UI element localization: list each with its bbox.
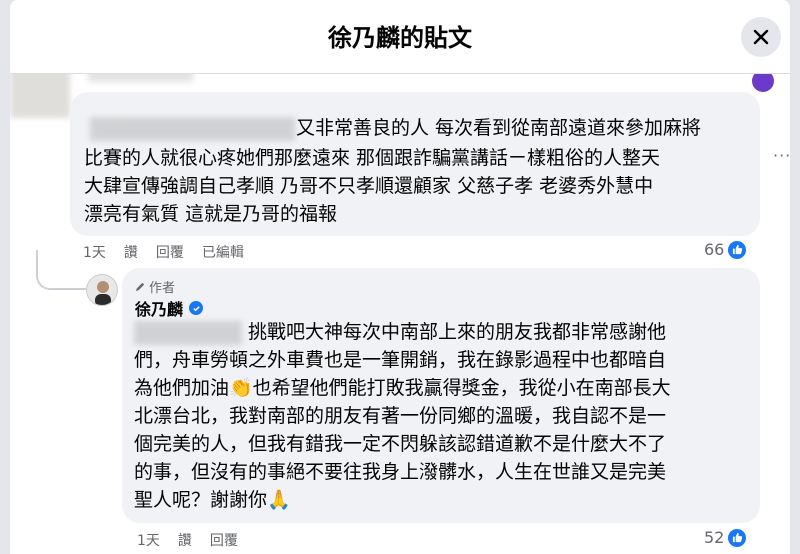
comment-line: 大肆宣傳強調自己孝順 乃哥不只孝順還顧家 父慈子孝 老婆秀外慧中 — [84, 175, 654, 197]
reply-line: 聖人呢？謝謝你🙏 — [134, 489, 291, 511]
reply-line: 的事，但沒有的事絕不要往我身上潑髒水，人生在世誰又是完美 — [134, 461, 667, 483]
comment-line: 比賽的人就很心疼她們那麼遠來 那個跟詐騙黨講話ㄧ樣粗俗的人整天 — [84, 147, 661, 169]
reply-line: 們，舟車勞頓之外車費也是一筆開銷，我在錄影過程中也都暗自 — [134, 349, 667, 371]
reply-line: 北漂台北，我對南部的朋友有著一份同鄉的溫暖，我自認不是一 — [134, 405, 667, 427]
dialog-header: 徐乃麟的貼文 — [10, 0, 790, 74]
edited-label: 已編輯 — [201, 245, 244, 261]
author-name-text: 徐乃麟 — [135, 300, 184, 319]
reply-time[interactable]: 1天 — [137, 530, 160, 550]
dialog-title: 徐乃麟的貼文 — [328, 24, 472, 52]
reply-like-count-badge[interactable]: 52 — [704, 528, 747, 547]
blurred-mention — [134, 321, 242, 345]
reply-like-link[interactable]: 讚 — [178, 530, 192, 550]
author-tag-label: 作者 — [149, 281, 176, 296]
blurred-comment-start — [90, 117, 295, 141]
close-icon — [753, 29, 769, 45]
comment-line: 又非常善良的人 每次看到從南部遠道來參加麻將 — [296, 117, 702, 139]
reply-line: 為他們加油👏也希望他們能打敗我贏得獎金，我從小在南部長大 — [134, 377, 671, 399]
like-count-badge[interactable]: 66 — [704, 240, 747, 259]
reply-line: 個完美的人，但我有錯我一定不閃躲該認錯道歉不是什麼大不了 — [134, 433, 667, 455]
author-name[interactable]: 徐乃麟 — [135, 296, 204, 320]
reply-link[interactable]: 回覆 — [156, 242, 184, 262]
comment-line: 漂亮有氣質 這就是乃哥的福報 — [84, 203, 338, 225]
like-link[interactable]: 讚 — [124, 242, 138, 262]
close-button[interactable] — [741, 17, 781, 57]
post-dialog: 徐乃麟的貼文 又非常善良的人 每次看到從南部遠道來參加麻將 比賽的人就很心疼她們… — [10, 0, 790, 554]
more-options-icon[interactable]: ··· — [773, 146, 790, 165]
reply-line: 挑戰吧大神每次中南部上來的朋友我都非常感謝他 — [248, 321, 667, 343]
author-tag: 作者 — [135, 277, 175, 296]
comment-actions: 1天 讚 回覆 已編輯 — [83, 242, 262, 262]
thumbs-up-icon — [728, 528, 747, 547]
reply-reply-link[interactable]: 回覆 — [210, 530, 238, 550]
verified-badge-icon — [189, 301, 204, 315]
pencil-icon — [135, 282, 145, 292]
like-count: 66 — [704, 240, 725, 259]
thumbs-up-icon — [728, 240, 747, 259]
reply-like-count: 52 — [704, 528, 725, 547]
reply-actions: 1天 讚 回覆 — [137, 530, 256, 550]
author-avatar[interactable] — [86, 274, 118, 306]
